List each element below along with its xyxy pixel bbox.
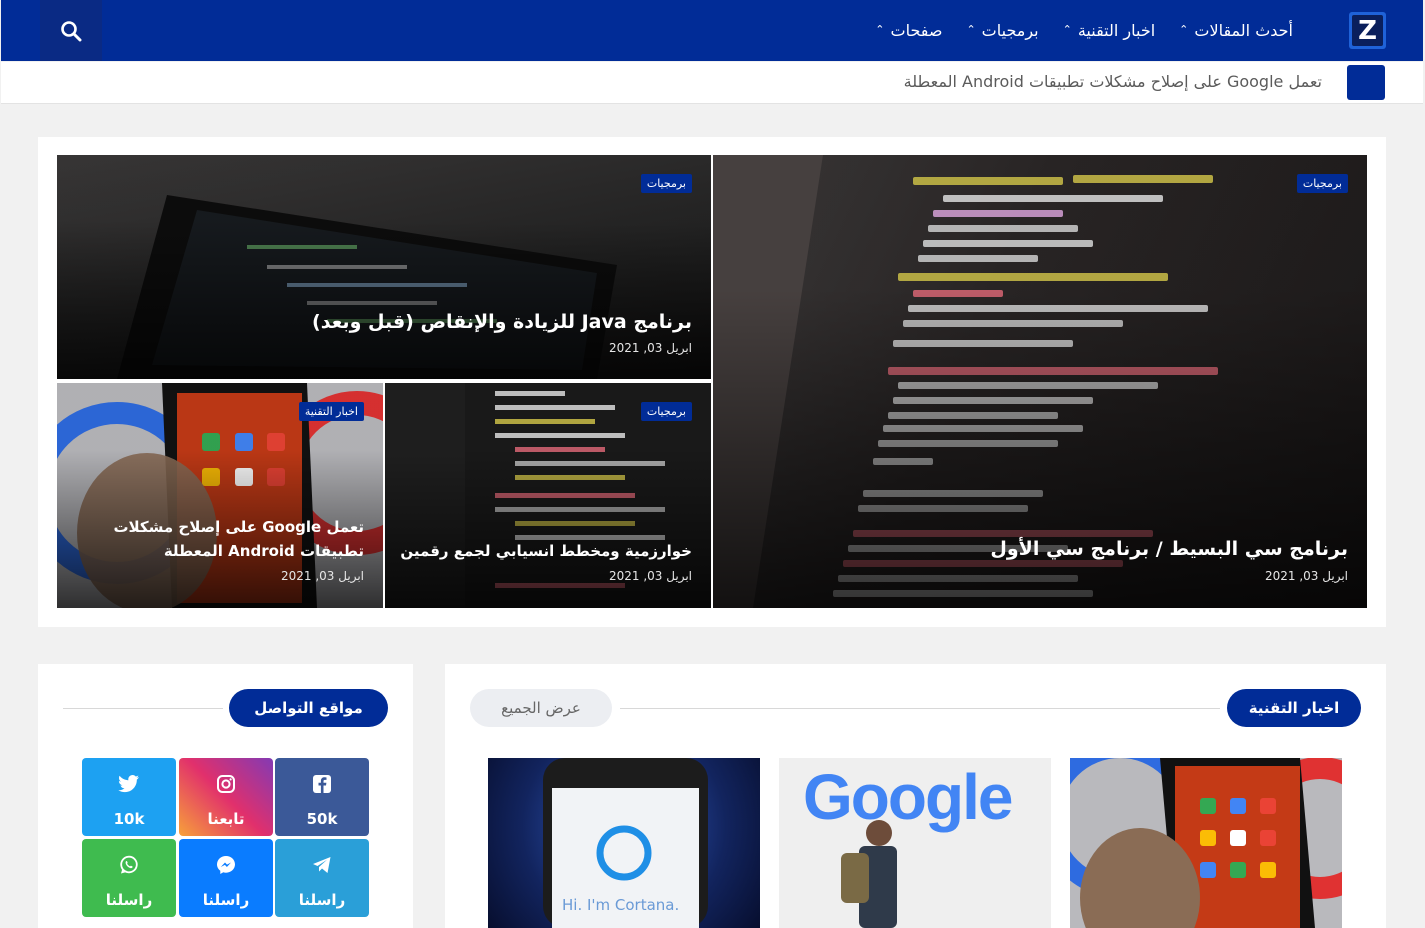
post-title[interactable]: برنامج Java للزيادة والإنقاص (قبل وبعد) — [71, 310, 692, 334]
social-whatsapp[interactable]: راسلنا — [82, 839, 176, 917]
featured-card-top[interactable]: برمجيات برنامج Java للزيادة والإنقاص (قب… — [57, 155, 711, 379]
category-badge[interactable]: اخبار التقنية — [298, 402, 364, 421]
main-nav: أحدث المقالات ⌃ اخبار التقنية ⌃ برمجيات … — [863, 0, 1305, 61]
featured-card-bottom-1[interactable]: برمجيات خوارزمية ومخطط انسيابي لجمع رقمي… — [385, 383, 711, 608]
social-telegram[interactable]: راسلنا — [275, 839, 369, 917]
post-date: ابريل 03, 2021 — [280, 569, 364, 583]
chevron-up-icon: ⌃ — [966, 23, 976, 36]
nav-item-pages[interactable]: صفحات ⌃ — [863, 0, 954, 61]
post-title[interactable]: برنامج سي البسيط / برنامج سي الأول — [727, 537, 1348, 561]
search-icon — [61, 20, 82, 41]
facebook-icon — [312, 772, 332, 796]
cortana-greeting: Hi. I'm Cortana. — [562, 896, 680, 914]
nav-item-label: أحدث المقالات — [1194, 21, 1293, 40]
tech-thumb-google[interactable]: Google — [779, 758, 1051, 928]
view-all-button[interactable]: عرض الجميع — [470, 689, 612, 727]
featured-card-main[interactable]: برمجيات برنامج سي البسيط / برنامج سي الأ… — [713, 155, 1367, 608]
nav-item-latest-articles[interactable]: أحدث المقالات ⌃ — [1167, 0, 1305, 61]
featured-card-bottom-2[interactable]: اخبار التقنية تعمل Google على إصلاح مشكل… — [57, 383, 383, 608]
social-label: راسلنا — [298, 891, 346, 909]
social-messenger[interactable]: راسلنا — [179, 839, 273, 917]
post-title[interactable]: تعمل Google على إصلاح مشكلات تطبيقات And… — [71, 515, 364, 563]
nav-item-tech-news[interactable]: اخبار التقنية ⌃ — [1051, 0, 1168, 61]
instagram-icon — [216, 772, 236, 796]
android-phone-image — [1070, 758, 1342, 928]
category-badge[interactable]: برمجيات — [640, 402, 692, 421]
site-logo[interactable]: Z — [1349, 12, 1386, 49]
search-button[interactable] — [40, 0, 102, 61]
twitter-icon — [118, 772, 140, 796]
social-count: 10k — [113, 810, 145, 828]
person-walking-image — [841, 820, 897, 928]
section-title-social[interactable]: مواقع التواصل — [229, 689, 388, 727]
chevron-up-icon: ⌃ — [875, 23, 885, 36]
nav-item-label: اخبار التقنية — [1077, 21, 1156, 40]
social-label: راسلنا — [105, 891, 153, 909]
featured-posts: برمجيات برنامج سي البسيط / برنامج سي الأ… — [38, 137, 1386, 627]
social-count: 50k — [306, 810, 338, 828]
category-badge[interactable]: برمجيات — [640, 174, 692, 193]
messenger-icon — [216, 853, 236, 877]
telegram-icon — [312, 853, 332, 877]
top-navbar: Z أحدث المقالات ⌃ اخبار التقنية ⌃ برمجيا… — [1, 0, 1423, 61]
whatsapp-icon — [119, 853, 139, 877]
nav-item-label: برمجيات — [981, 21, 1039, 40]
section-divider — [620, 708, 1220, 709]
logo-letter: Z — [1352, 15, 1383, 46]
ticker-marker — [1347, 65, 1385, 100]
social-label: راسلنا — [202, 891, 250, 909]
chevron-up-icon: ⌃ — [1062, 23, 1072, 36]
chevron-up-icon: ⌃ — [1179, 23, 1189, 36]
ticker-headline[interactable]: تعمل Google على إصلاح مشكلات تطبيقات And… — [904, 72, 1322, 91]
post-date: ابريل 03, 2021 — [1264, 569, 1348, 583]
nav-item-label: صفحات — [890, 21, 943, 40]
social-twitter[interactable]: 10k — [82, 758, 176, 836]
news-ticker: تعمل Google على إصلاح مشكلات تطبيقات And… — [1, 62, 1423, 104]
category-badge[interactable]: برمجيات — [1296, 174, 1348, 193]
section-title-tech-news[interactable]: اخبار التقنية — [1227, 689, 1361, 727]
social-label: تابعنا — [207, 810, 245, 828]
tech-thumb-cortana[interactable]: Hi. I'm Cortana. — [488, 758, 760, 928]
section-divider — [63, 708, 223, 709]
tech-thumb-android[interactable] — [1070, 758, 1342, 928]
post-date: ابريل 03, 2021 — [608, 341, 692, 355]
social-facebook[interactable]: 50k — [275, 758, 369, 836]
post-date: ابريل 03, 2021 — [608, 569, 692, 583]
nav-item-software[interactable]: برمجيات ⌃ — [954, 0, 1050, 61]
post-title[interactable]: خوارزمية ومخطط انسيابي لجمع رقمين — [399, 539, 692, 563]
social-instagram[interactable]: تابعنا — [179, 758, 273, 836]
